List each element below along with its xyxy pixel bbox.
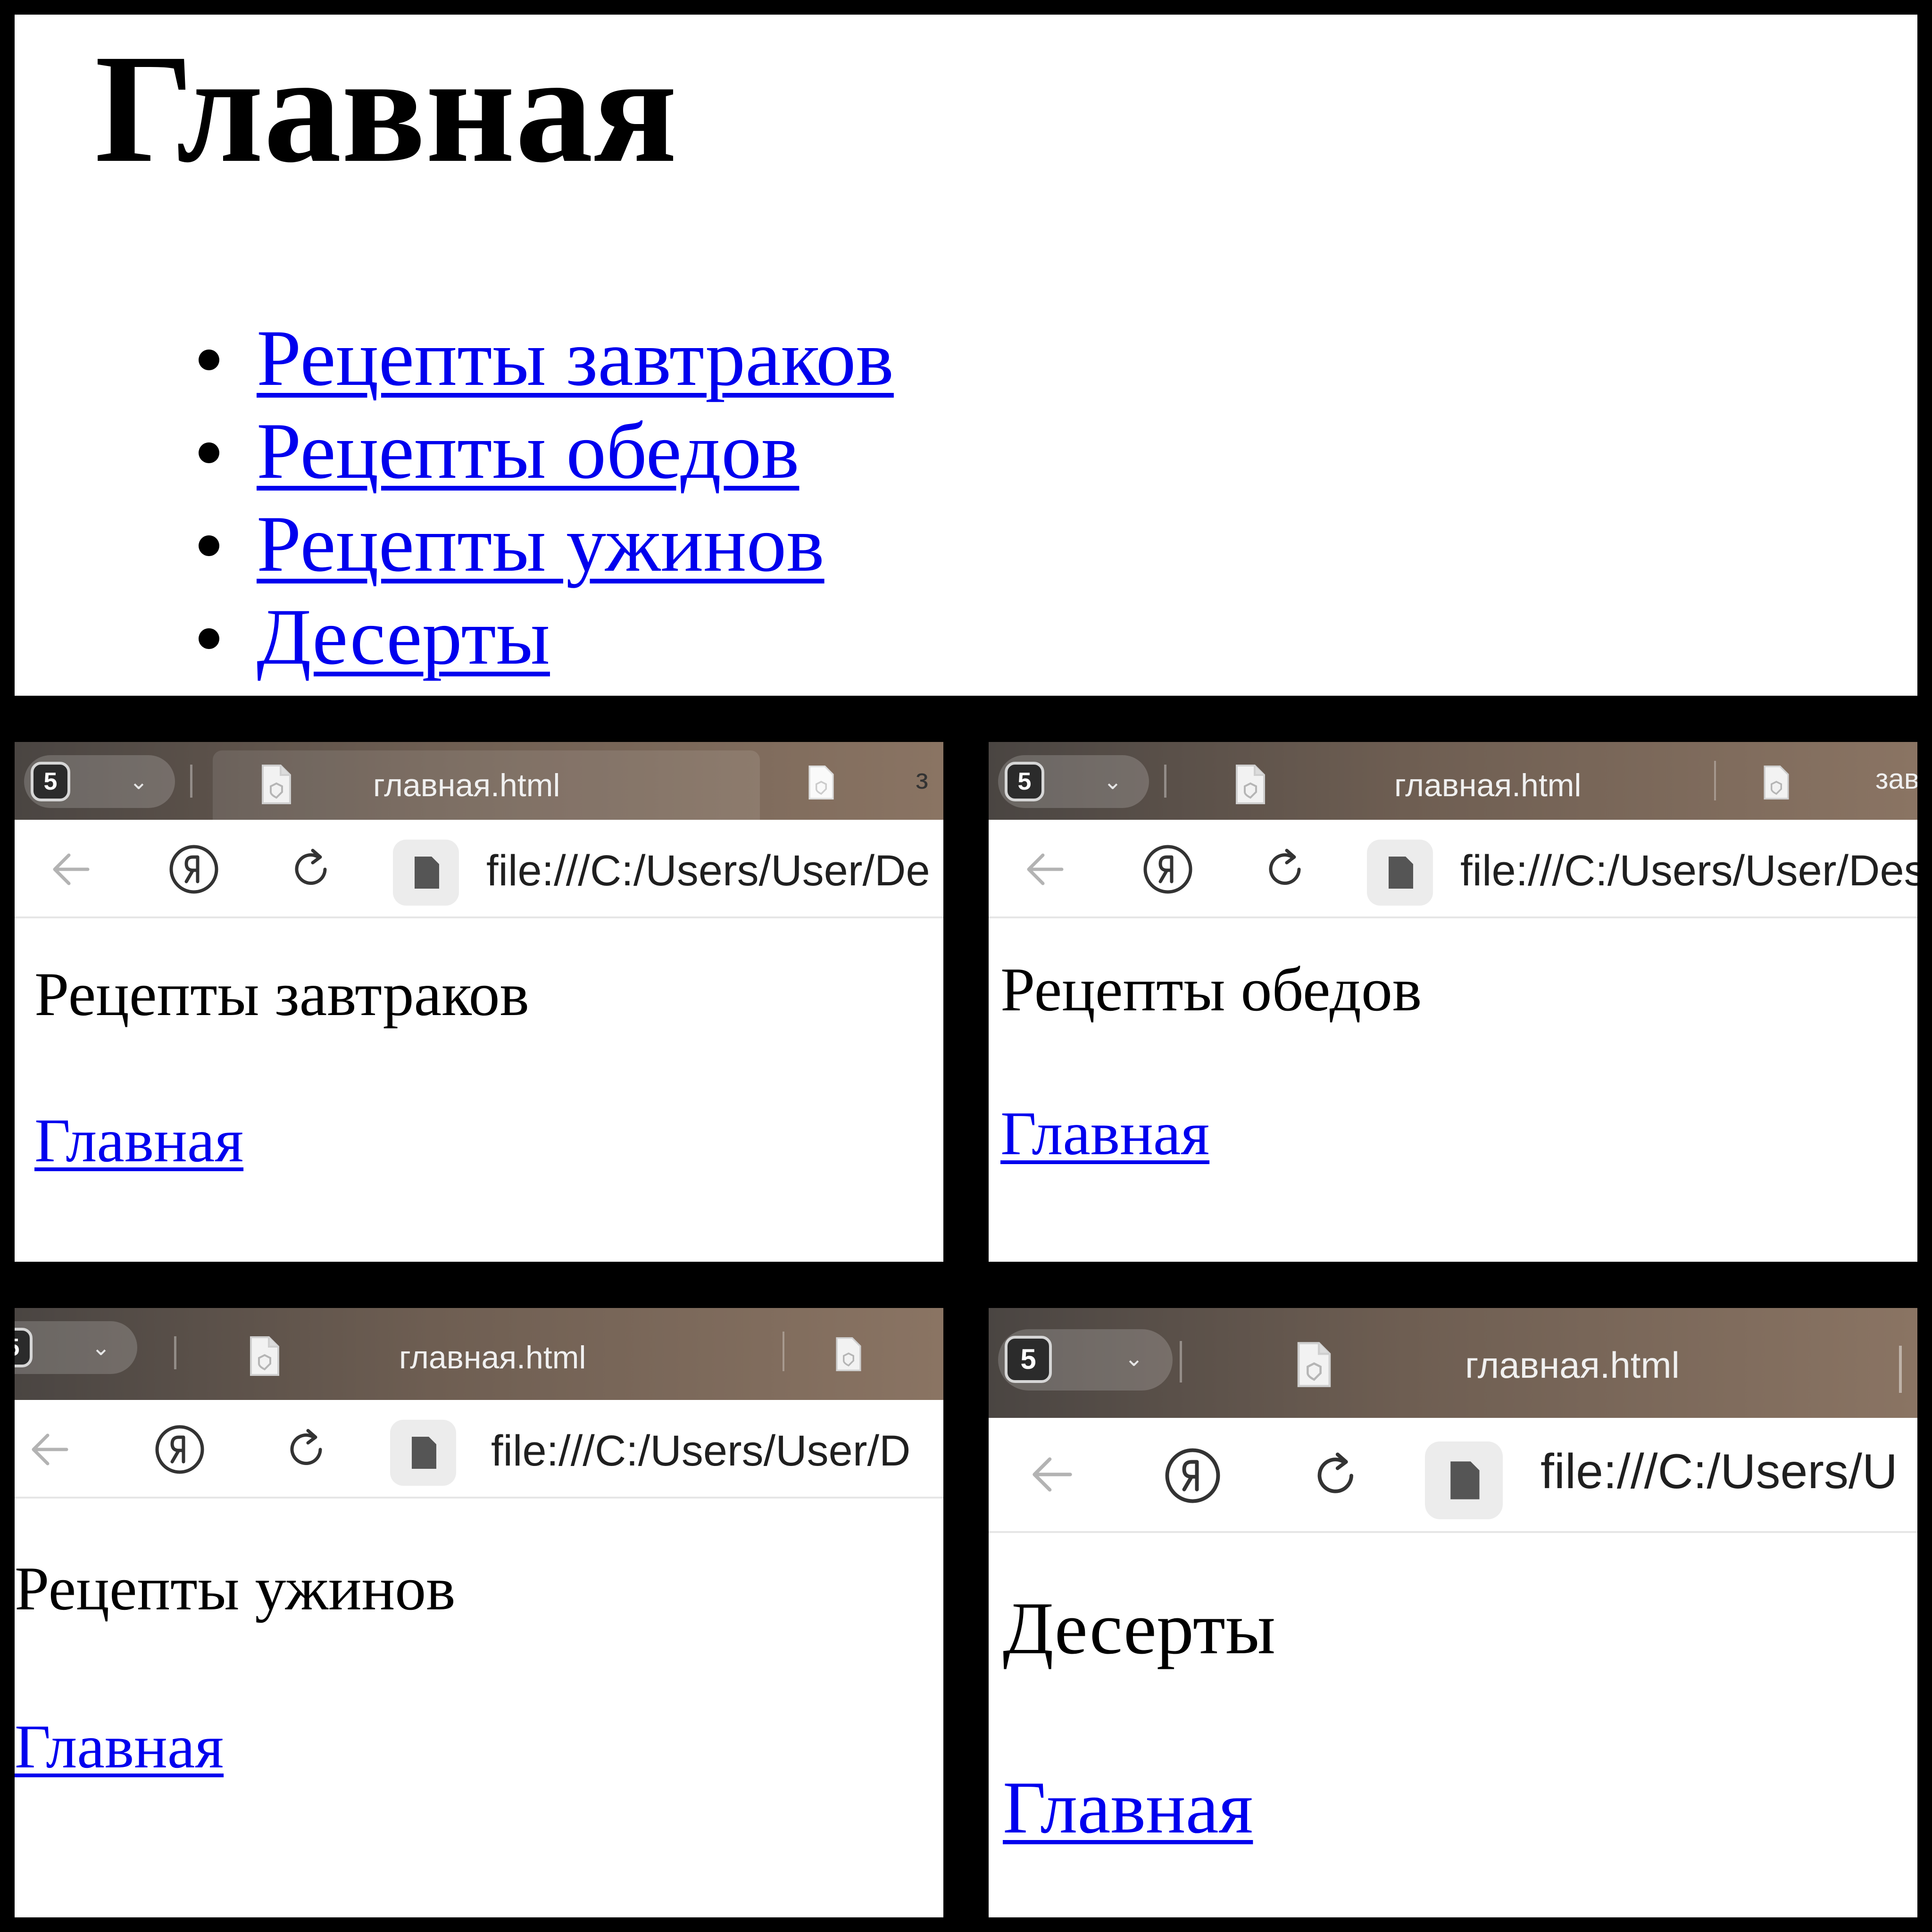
tab-bar: 5 ⌄ главная.html з xyxy=(15,742,943,820)
reload-icon[interactable] xyxy=(279,1421,335,1478)
file-icon xyxy=(1389,857,1413,889)
link-desserts[interactable]: Десерты xyxy=(257,592,550,681)
file-icon xyxy=(412,1437,436,1469)
chevron-down-icon[interactable]: ⌄ xyxy=(1116,1341,1152,1376)
list-item: Десерты xyxy=(189,591,894,683)
tab-bar: 5 ⌄ главная.html xyxy=(15,1308,943,1400)
browser-window-lunch: 5 ⌄ главная.html зав file:///C:/Users/Us… xyxy=(989,742,1917,1262)
reload-icon[interactable] xyxy=(1305,1444,1368,1507)
link-dinner-recipes[interactable]: Рецепты ужинов xyxy=(257,500,824,588)
profile-badge: 5 xyxy=(1005,1336,1052,1383)
home-link[interactable]: Главная xyxy=(34,1105,243,1176)
chevron-down-icon[interactable]: ⌄ xyxy=(1095,764,1131,799)
profile-switcher[interactable]: 5 ⌄ xyxy=(15,1321,137,1374)
tab-title: главная.html xyxy=(1465,1344,1680,1386)
page-title: Главная xyxy=(95,23,677,195)
url-field[interactable]: file:///C:/Users/User/Desk xyxy=(1460,847,1917,894)
back-arrow-icon[interactable] xyxy=(1022,1444,1083,1505)
page-heading: Рецепты ужинов xyxy=(15,1554,456,1623)
browser-window-dinner: 5 ⌄ главная.html file:///C:/Users/User/D… xyxy=(15,1308,943,1917)
site-info-button[interactable] xyxy=(1367,840,1433,906)
yandex-icon[interactable] xyxy=(1161,1444,1224,1507)
file-icon xyxy=(1236,765,1265,804)
file-icon xyxy=(1450,1461,1480,1499)
tab-main-html[interactable]: главная.html xyxy=(1187,1322,1734,1391)
page-heading: Рецепты завтраков xyxy=(34,959,529,1029)
url-field[interactable]: file:///C:/Users/U xyxy=(1541,1447,1898,1496)
address-bar: file:///C:/Users/User/D xyxy=(15,1400,943,1499)
tab-main-html[interactable]: главная.html xyxy=(213,750,760,820)
yandex-icon[interactable] xyxy=(151,1421,208,1478)
tab-divider xyxy=(1714,761,1716,800)
tab-divider xyxy=(1899,1346,1902,1393)
file-icon xyxy=(1297,1342,1331,1387)
chevron-down-icon[interactable]: ⌄ xyxy=(83,1330,119,1366)
profile-badge: 5 xyxy=(15,1328,33,1367)
file-icon xyxy=(836,1337,861,1371)
next-tab-label[interactable]: зав xyxy=(1875,761,1917,798)
main-page-panel: Главная Рецепты завтраков Рецепты обедов… xyxy=(15,15,1917,696)
reload-icon[interactable] xyxy=(1257,841,1314,898)
profile-badge: 5 xyxy=(1005,762,1044,801)
file-icon xyxy=(250,1336,279,1376)
bullet-icon xyxy=(199,442,219,463)
tab-title: главная.html xyxy=(399,1340,586,1375)
home-link[interactable]: Главная xyxy=(15,1711,224,1782)
link-lunch-recipes[interactable]: Рецепты обедов xyxy=(257,407,799,495)
reload-icon[interactable] xyxy=(283,841,340,898)
tab-main-html[interactable]: главная.html xyxy=(213,1316,760,1386)
browser-window-desserts: 5 ⌄ главная.html file:///C:/Users/U Десе… xyxy=(989,1308,1917,1917)
recipes-menu: Рецепты завтраков Рецепты обедов Рецепты… xyxy=(189,312,894,683)
list-item: Рецепты завтраков xyxy=(189,312,894,405)
url-field[interactable]: file:///C:/Users/User/D xyxy=(491,1427,910,1474)
tab-bar: 5 ⌄ главная.html зав xyxy=(989,742,1917,820)
site-info-button[interactable] xyxy=(390,1420,456,1486)
tab-divider xyxy=(1180,1341,1182,1382)
tab-divider xyxy=(1164,765,1166,798)
home-link[interactable]: Главная xyxy=(1003,1765,1253,1850)
back-arrow-icon[interactable] xyxy=(22,1421,78,1478)
bullet-icon xyxy=(199,350,219,370)
address-bar: file:///C:/Users/User/Desk xyxy=(989,820,1917,918)
file-icon xyxy=(415,857,439,889)
tab-title: главная.html xyxy=(1394,767,1582,803)
profile-switcher[interactable]: 5 ⌄ xyxy=(998,1329,1173,1391)
bullet-icon xyxy=(199,628,219,649)
list-item: Рецепты ужинов xyxy=(189,498,894,591)
tab-title: главная.html xyxy=(373,767,560,803)
list-item: Рецепты обедов xyxy=(189,405,894,498)
tab-main-html[interactable]: главная.html xyxy=(1187,750,1734,820)
tab-divider xyxy=(783,1332,784,1371)
address-bar: file:///C:/Users/User/De xyxy=(15,820,943,918)
tab-bar: 5 ⌄ главная.html xyxy=(989,1308,1917,1418)
next-tab-label[interactable]: з xyxy=(916,761,929,798)
link-breakfast-recipes[interactable]: Рецепты завтраков xyxy=(257,314,894,402)
back-arrow-icon[interactable] xyxy=(1017,841,1074,898)
file-icon xyxy=(262,765,291,804)
profile-badge: 5 xyxy=(31,762,70,801)
chevron-down-icon[interactable]: ⌄ xyxy=(121,764,157,799)
yandex-icon[interactable] xyxy=(1140,841,1196,898)
tab-divider xyxy=(174,1336,176,1369)
file-icon xyxy=(1764,766,1789,799)
bullet-icon xyxy=(199,535,219,556)
url-field[interactable]: file:///C:/Users/User/De xyxy=(486,847,930,894)
home-link[interactable]: Главная xyxy=(1000,1098,1209,1169)
site-info-button[interactable] xyxy=(1425,1441,1503,1519)
page-heading: Десерты xyxy=(1003,1587,1276,1670)
profile-switcher[interactable]: 5 ⌄ xyxy=(24,755,175,808)
file-icon xyxy=(808,766,834,799)
browser-window-breakfast: 5 ⌄ главная.html з file:///C:/Users/User… xyxy=(15,742,943,1262)
tab-divider xyxy=(190,765,192,798)
page-heading: Рецепты обедов xyxy=(1000,955,1422,1024)
site-info-button[interactable] xyxy=(393,840,459,906)
address-bar: file:///C:/Users/U xyxy=(989,1418,1917,1533)
profile-switcher[interactable]: 5 ⌄ xyxy=(998,755,1149,808)
yandex-icon[interactable] xyxy=(166,841,222,898)
back-arrow-icon[interactable] xyxy=(43,841,100,898)
